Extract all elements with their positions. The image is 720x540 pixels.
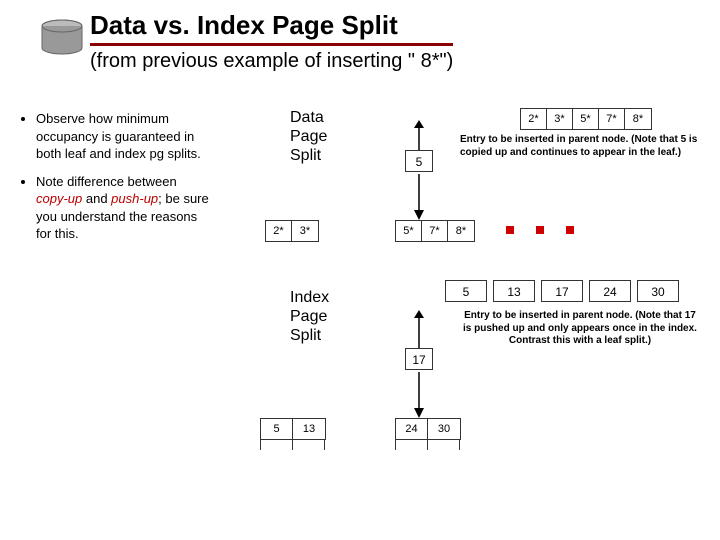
cell: 5 xyxy=(261,419,293,439)
arrow-icon xyxy=(412,174,428,220)
pointer-tick xyxy=(427,440,428,450)
data-right-leaf: 5* 7* 8* xyxy=(395,220,475,242)
cell: 24 xyxy=(396,419,428,439)
data-pushed-box: 5 xyxy=(405,150,433,172)
index-pushed-box: 17 xyxy=(405,348,433,370)
cell: 2* xyxy=(521,109,547,129)
cell: 8* xyxy=(448,221,474,241)
bullet-list: Observe how minimum occupancy is guarant… xyxy=(20,110,210,253)
red-square-marker xyxy=(506,226,514,234)
pointer-tick xyxy=(292,440,293,450)
disk-icon xyxy=(40,18,84,58)
cell: 2* xyxy=(266,221,292,241)
pointer-tick xyxy=(260,440,261,450)
slide-title: Data vs. Index Page Split xyxy=(90,10,453,46)
slide-header: Data vs. Index Page Split (from previous… xyxy=(90,10,453,73)
cell: 13 xyxy=(293,419,325,439)
cell: 24 xyxy=(589,280,631,302)
cell: 3* xyxy=(292,221,318,241)
data-left-leaf: 2* 3* xyxy=(265,220,319,242)
cell: 3* xyxy=(547,109,573,129)
copy-up-term: copy-up xyxy=(36,191,82,206)
cell: 8* xyxy=(625,109,651,129)
bullet-item: Note difference between copy-up and push… xyxy=(36,173,210,243)
index-split-note: Entry to be inserted in parent node. (No… xyxy=(460,310,700,348)
cell: 7* xyxy=(599,109,625,129)
pointer-tick xyxy=(395,440,396,450)
cell: 13 xyxy=(493,280,535,302)
index-page-split-label: Index Page Split xyxy=(290,288,329,346)
bullet-text: Observe how minimum occupancy is guarant… xyxy=(36,111,201,161)
red-square-marker xyxy=(566,226,574,234)
arrow-icon xyxy=(410,310,430,348)
red-square-marker xyxy=(536,226,544,234)
push-up-term: push-up xyxy=(111,191,158,206)
bullet-item: Observe how minimum occupancy is guarant… xyxy=(36,110,210,163)
arrow-icon xyxy=(410,120,430,150)
slide-subtitle: (from previous example of inserting " 8*… xyxy=(90,50,453,73)
data-split-note: Entry to be inserted in parent node. (No… xyxy=(460,134,700,159)
cell: 17 xyxy=(541,280,583,302)
cell: 30 xyxy=(428,419,460,439)
cell: 5 xyxy=(445,280,487,302)
cell: 30 xyxy=(637,280,679,302)
arrow-icon xyxy=(412,372,428,418)
cell: 5* xyxy=(396,221,422,241)
data-page-split-label: Data Page Split xyxy=(290,108,327,166)
pointer-tick xyxy=(459,440,460,450)
bullet-text-pre: Note difference between xyxy=(36,174,177,189)
index-top-cells: 5 13 17 24 30 xyxy=(445,280,685,302)
index-right-node: 24 30 xyxy=(395,418,461,440)
index-left-node: 5 13 xyxy=(260,418,326,440)
cell: 5* xyxy=(573,109,599,129)
pointer-tick xyxy=(324,440,325,450)
data-top-cells: 2* 3* 5* 7* 8* xyxy=(520,108,652,130)
cell: 7* xyxy=(422,221,448,241)
bullet-text-mid: and xyxy=(82,191,111,206)
